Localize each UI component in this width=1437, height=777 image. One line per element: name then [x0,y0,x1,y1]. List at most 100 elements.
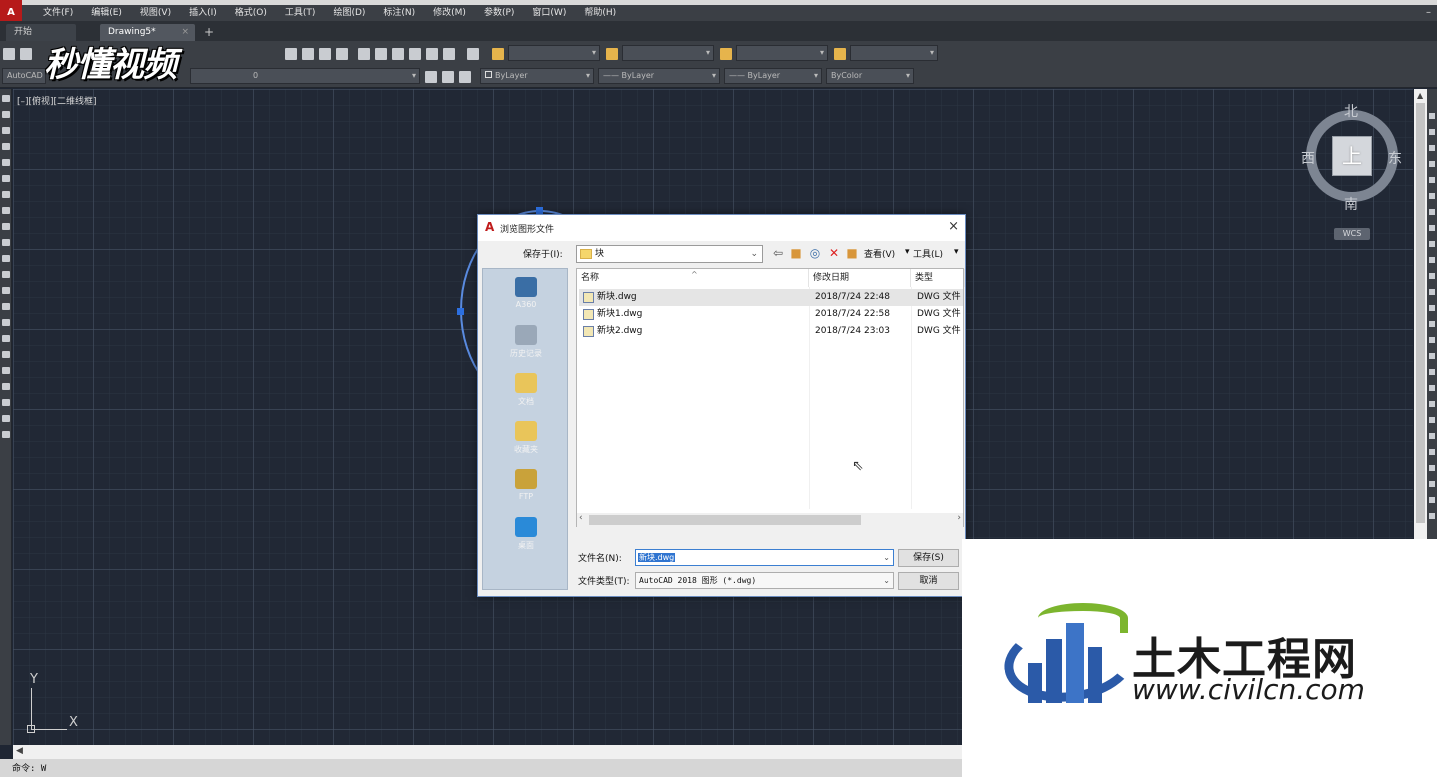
draw-tool-icon[interactable] [2,335,10,342]
modify-tool-icon[interactable] [1429,273,1435,279]
modify-tool-icon[interactable] [1429,497,1435,503]
draw-tool-icon[interactable] [2,111,10,118]
place-item[interactable]: 文档 [483,373,569,407]
compass-west[interactable]: 西 [1301,148,1315,168]
draw-tool-icon[interactable] [2,127,10,134]
calculator-icon[interactable] [443,48,455,60]
wcs-menu[interactable]: WCS [1334,228,1370,240]
place-item[interactable]: 收藏夹 [483,421,569,455]
menu-item[interactable]: 格式(O) [226,5,276,21]
scroll-right-icon[interactable]: › [957,513,961,523]
text-style-select[interactable]: ▾ [508,45,600,61]
modify-tool-icon[interactable] [1429,289,1435,295]
color-select[interactable]: ByLayer ▾ [480,68,594,84]
column-name[interactable]: 名称 ^ [577,269,809,287]
cancel-button[interactable]: 取消 [898,572,959,590]
multileader-style-select[interactable]: ▾ [850,45,938,61]
new-icon[interactable] [3,48,15,60]
tool-palettes-icon[interactable] [392,48,404,60]
modify-tool-icon[interactable] [1429,433,1435,439]
modify-tool-icon[interactable] [1429,257,1435,263]
menu-item[interactable]: 参数(P) [475,5,523,21]
draw-tool-icon[interactable] [2,159,10,166]
place-item[interactable]: FTP [483,469,569,501]
modify-tool-icon[interactable] [1429,465,1435,471]
menu-item[interactable]: 窗口(W) [523,5,575,21]
file-row[interactable]: 新块.dwg 2018/7/24 22:48 DWG 文件 [579,289,963,306]
zoom-previous-icon[interactable] [336,48,348,60]
column-type[interactable]: 类型 [911,269,965,287]
dim-style-select[interactable]: ▾ [622,45,714,61]
create-folder-icon[interactable]: ■ [845,246,859,260]
file-list[interactable]: 名称 ^ 修改日期 类型 新块.dwg 2018/7/24 22:48 DWG 文件新… [576,268,965,527]
back-icon[interactable]: ⇦ [771,246,785,260]
draw-tool-icon[interactable] [2,143,10,150]
draw-tool-icon[interactable] [2,223,10,230]
modify-tool-icon[interactable] [1429,337,1435,343]
modify-tool-icon[interactable] [1429,113,1435,119]
open-icon[interactable] [20,48,32,60]
place-item[interactable]: 历史记录 [483,325,569,359]
save-in-select[interactable]: 块 ⌄ [576,245,763,263]
modify-tool-icon[interactable] [1429,449,1435,455]
view-menu-arrow[interactable]: ▾ [905,247,910,257]
modify-tool-icon[interactable] [1429,385,1435,391]
draw-tool-icon[interactable] [2,287,10,294]
filename-input[interactable]: 新块.dwg ⌄ [635,549,894,566]
modify-tool-icon[interactable] [1429,129,1435,135]
compass-north[interactable]: 北 [1344,101,1358,121]
sheet-set-icon[interactable] [409,48,421,60]
draw-tool-icon[interactable] [2,95,10,102]
modify-tool-icon[interactable] [1429,145,1435,151]
menu-item[interactable]: 文件(F) [34,5,82,21]
circle-grip-top[interactable] [536,207,543,214]
draw-tool-icon[interactable] [2,207,10,214]
modify-tool-icon[interactable] [1429,321,1435,327]
modify-tool-icon[interactable] [1429,305,1435,311]
compass-east[interactable]: 东 [1388,148,1402,168]
draw-tool-icon[interactable] [2,303,10,310]
draw-tool-icon[interactable] [2,239,10,246]
zoom-window-icon[interactable] [319,48,331,60]
menu-item[interactable]: 标注(N) [374,5,424,21]
close-icon[interactable]: × [948,219,959,234]
draw-tool-icon[interactable] [2,383,10,390]
compass-south[interactable]: 南 [1344,194,1358,214]
lineweight-select[interactable]: —— ByLayer ▾ [724,68,822,84]
menu-item[interactable]: 修改(M) [424,5,475,21]
chevron-down-icon[interactable]: ⌄ [883,550,890,565]
modify-tool-icon[interactable] [1429,417,1435,423]
tools-menu[interactable]: 工具(L) [913,247,943,260]
modify-tool-icon[interactable] [1429,481,1435,487]
close-tab-icon[interactable]: × [181,24,189,41]
draw-tool-icon[interactable] [2,271,10,278]
place-item[interactable]: A360 [483,277,569,309]
vertical-scrollbar[interactable]: ▲ [1414,89,1427,539]
save-button[interactable]: 保存(S) [898,549,959,567]
draw-tool-icon[interactable] [2,255,10,262]
modify-tool-icon[interactable] [1429,177,1435,183]
viewport-controls-label[interactable]: [–][俯视][二维线框] [17,94,97,107]
tools-menu-arrow[interactable]: ▾ [954,247,959,257]
view-menu[interactable]: 查看(V) [864,247,895,260]
modify-tool-icon[interactable] [1429,193,1435,199]
file-list-scroll-thumb[interactable] [589,515,861,525]
layer-previous-icon[interactable] [442,71,454,83]
up-folder-icon[interactable]: ■ [789,246,803,260]
layer-states-icon[interactable] [459,71,471,83]
modify-tool-icon[interactable] [1429,401,1435,407]
properties-icon[interactable] [358,48,370,60]
modify-tool-icon[interactable] [1429,161,1435,167]
file-list-hscroll[interactable]: ‹ › [577,513,963,527]
markup-icon[interactable] [426,48,438,60]
filetype-select[interactable]: AutoCAD 2018 图形 (*.dwg) ⌄ [635,572,894,589]
help-icon[interactable] [467,48,479,60]
pan-icon[interactable] [285,48,297,60]
workspace-select[interactable]: AutoCAD [2,68,46,84]
menu-item[interactable]: 视图(V) [131,5,180,21]
modify-tool-icon[interactable] [1429,513,1435,519]
menu-item[interactable]: 工具(T) [276,5,325,21]
draw-tool-icon[interactable] [2,367,10,374]
file-row[interactable]: 新块2.dwg 2018/7/24 23:03 DWG 文件 [579,323,963,340]
autocad-app-icon[interactable]: A [0,5,22,21]
